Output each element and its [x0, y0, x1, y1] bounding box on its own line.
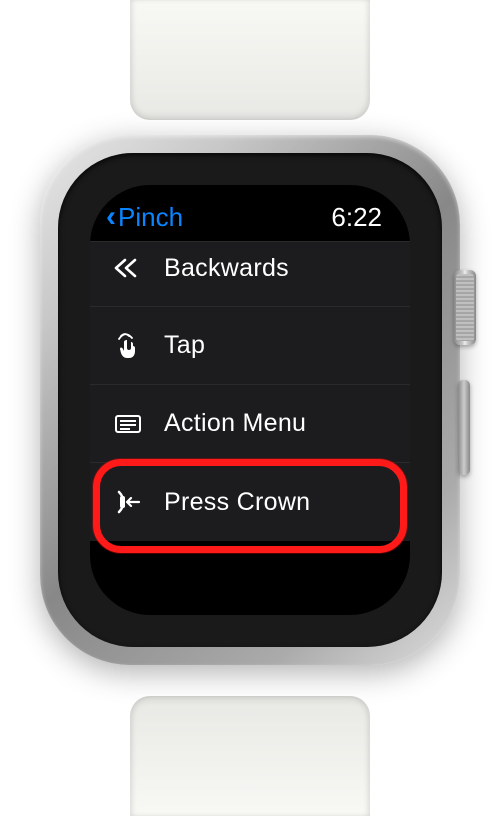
list-item-label: Press Crown [164, 488, 310, 517]
watch-band-bottom [130, 696, 370, 816]
watch-screen: ‹ Pinch 6:22 Backwards [90, 185, 410, 615]
action-menu-icon [112, 408, 144, 440]
press-crown-icon [112, 486, 144, 518]
tap-icon [112, 330, 144, 362]
list-item-backwards[interactable]: Backwards [90, 241, 410, 307]
list-item-tap[interactable]: Tap [90, 307, 410, 385]
back-button[interactable]: ‹ Pinch [106, 200, 183, 234]
chevron-left-icon: ‹ [106, 200, 116, 234]
list-item-label: Tap [164, 331, 205, 360]
list-item-action-menu[interactable]: Action Menu [90, 385, 410, 463]
back-label: Pinch [118, 202, 183, 233]
watch-case: ‹ Pinch 6:22 Backwards [40, 135, 460, 665]
watch-bezel: ‹ Pinch 6:22 Backwards [58, 153, 442, 647]
list-item-label: Action Menu [164, 409, 306, 438]
side-button[interactable] [458, 380, 470, 475]
watch-band-top [130, 0, 370, 120]
backwards-icon [112, 252, 144, 284]
status-bar: ‹ Pinch 6:22 [90, 185, 410, 241]
time-label: 6:22 [331, 202, 382, 233]
list-item-label: Backwards [164, 254, 289, 283]
list-item-press-crown[interactable]: Press Crown [90, 463, 410, 541]
settings-list: Backwards Tap [90, 241, 410, 541]
digital-crown[interactable] [454, 270, 476, 345]
